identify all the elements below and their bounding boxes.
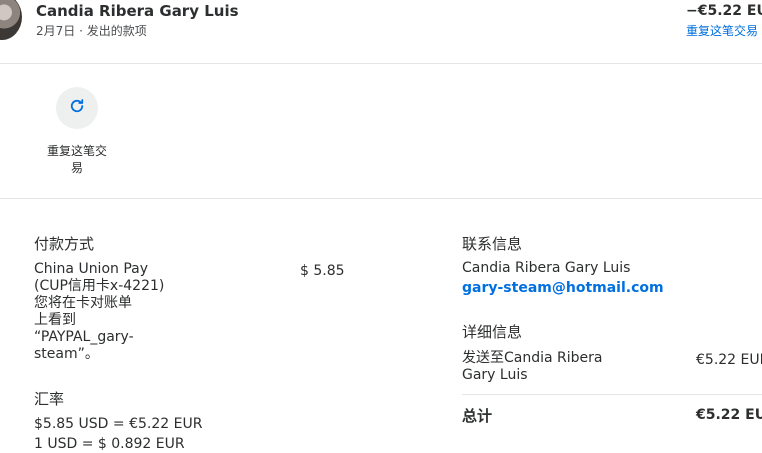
exchange-rate-heading: 汇率 xyxy=(34,390,65,408)
actions-divider xyxy=(0,198,762,199)
repeat-transaction-link[interactable]: 重复这笔交易 xyxy=(686,22,758,39)
exchange-rate-line2: 1 USD = $ 0.892 EUR xyxy=(34,436,185,452)
payment-method-heading: 付款方式 xyxy=(34,235,95,253)
repeat-transaction-button[interactable] xyxy=(56,87,98,129)
payment-line: 您将在卡对账单 xyxy=(34,295,132,311)
sent-to-line: Gary Luis xyxy=(462,367,528,383)
details-heading: 详细信息 xyxy=(462,323,523,341)
details-divider xyxy=(462,394,762,395)
avatar xyxy=(0,0,22,40)
payment-line: steam”。 xyxy=(34,346,99,362)
payment-line: “PAYPAL_gary- xyxy=(34,329,134,345)
total-label: 总计 xyxy=(462,407,493,425)
payment-line: 上看到 xyxy=(34,312,76,328)
exchange-rate-line1: $5.85 USD = €5.22 EUR xyxy=(34,416,203,432)
transaction-amount: −€5.22 EUR xyxy=(686,3,762,19)
sent-to-line: 发送至Candia Ribera xyxy=(462,350,603,366)
total-amount: €5.22 EUR xyxy=(696,407,762,423)
refresh-icon xyxy=(68,97,86,119)
contact-email-link[interactable]: gary-steam@hotmail.com xyxy=(462,280,664,296)
recipient-name: Candia Ribera Gary Luis xyxy=(36,2,239,20)
payment-line: China Union Pay xyxy=(34,261,149,277)
transaction-subtitle: 2月7日 · 发出的款项 xyxy=(36,24,147,38)
payment-method-details: China Union Pay (CUP信用卡x-4221) 您将在卡对账单 上… xyxy=(34,261,234,363)
sent-amount: €5.22 EUR xyxy=(696,352,762,368)
contact-info-heading: 联系信息 xyxy=(462,235,523,253)
header-divider xyxy=(0,63,762,64)
contact-name: Candia Ribera Gary Luis xyxy=(462,260,631,276)
payment-amount: $ 5.85 xyxy=(300,263,345,279)
payment-line: (CUP信用卡x-4221) xyxy=(34,278,165,294)
sent-to-details: 发送至Candia Ribera Gary Luis xyxy=(462,350,603,384)
repeat-transaction-label: 重复这笔交易 xyxy=(46,144,107,175)
